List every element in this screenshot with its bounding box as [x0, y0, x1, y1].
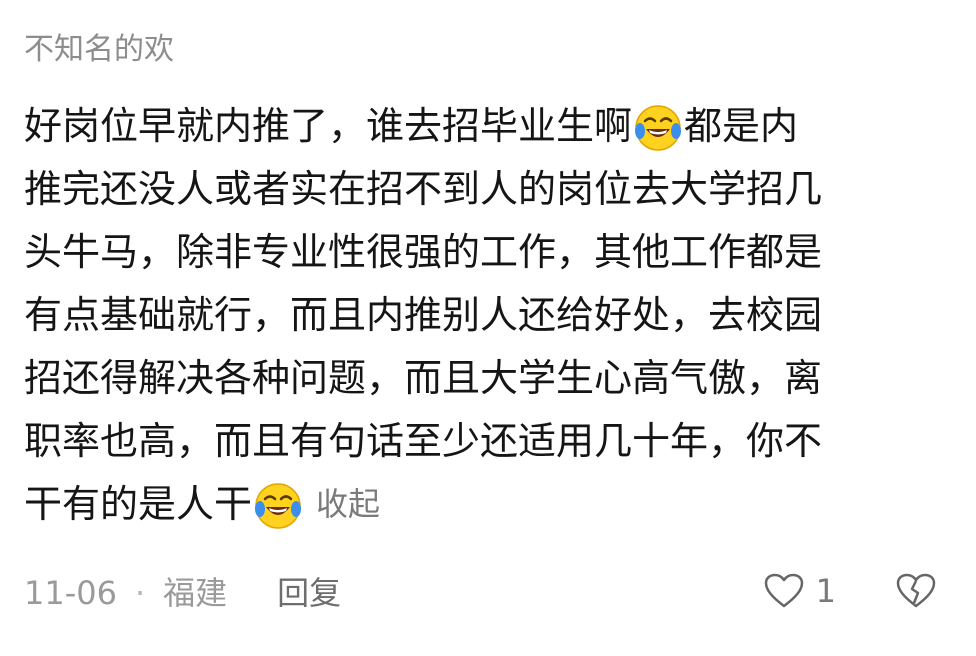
comment-username[interactable]: 不知名的欢	[24, 30, 174, 70]
comment-text: 好岗位早就内推了，谁去招毕业生啊	[24, 104, 633, 148]
comment-text: 职率也高，而且有句话至少还适用几十年，你不	[24, 419, 823, 463]
comment-line: 推完还没人或者实在招不到人的岗位去大学招几	[24, 158, 944, 221]
broken-heart-icon[interactable]	[896, 573, 936, 609]
reply-button[interactable]: 回复	[277, 570, 341, 616]
collapse-button[interactable]: 收起	[316, 473, 380, 536]
comment-text: 头牛马，除非专业性很强的工作，其他工作都是	[24, 230, 823, 274]
comment-card: 不知名的欢 好岗位早就内推了，谁去招毕业生啊 都是内 推完还没人或者实在招不到人…	[0, 0, 976, 656]
comment-line: 职率也高，而且有句话至少还适用几十年，你不	[24, 410, 944, 473]
face-with-tears-of-joy-icon	[635, 104, 682, 151]
like-count: 1	[815, 572, 836, 610]
comment-line: 招还得解决各种问题，而且大学生心高气傲，离	[24, 347, 944, 410]
like-button[interactable]: 1	[764, 572, 896, 610]
comment-text: 干有的是人干	[24, 482, 253, 526]
comment-text: 招还得解决各种问题，而且大学生心高气傲，离	[24, 356, 823, 400]
comment-date: 11-06	[24, 574, 117, 612]
comment-actions: 1	[764, 566, 936, 616]
comment-text: 推完还没人或者实在招不到人的岗位去大学招几	[24, 167, 823, 211]
comment-line: 干有的是人干 收起	[24, 473, 944, 536]
meta-separator: ·	[134, 574, 146, 612]
comment-text: 有点基础就行，而且内推别人还给好处，去校园	[24, 293, 823, 337]
comment-body: 好岗位早就内推了，谁去招毕业生啊 都是内 推完还没人或者实在招不到人的岗位去大学…	[24, 95, 944, 536]
face-with-tears-of-joy-icon	[255, 482, 302, 529]
comment-line: 头牛马，除非专业性很强的工作，其他工作都是	[24, 221, 944, 284]
comment-meta: 11-06 · 福建 回复	[24, 570, 341, 616]
comment-location: 福建	[163, 574, 228, 612]
comment-line: 有点基础就行，而且内推别人还给好处，去校园	[24, 284, 944, 347]
comment-line: 好岗位早就内推了，谁去招毕业生啊 都是内	[24, 95, 944, 158]
comment-text: 都是内	[684, 104, 799, 148]
heart-outline-icon	[764, 573, 803, 608]
